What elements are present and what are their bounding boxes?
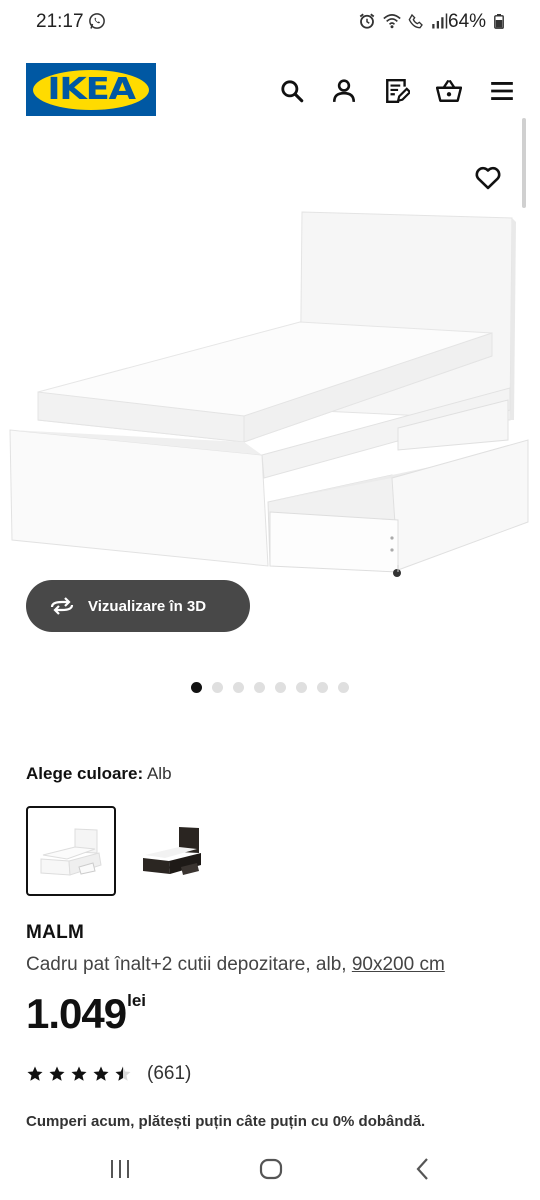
menu-icon[interactable] — [489, 78, 515, 104]
rotate-3d-icon — [50, 597, 74, 615]
carousel-dots — [191, 682, 349, 693]
carousel-dot[interactable] — [275, 682, 286, 693]
recent-apps-icon[interactable] — [105, 1154, 135, 1184]
cart-icon[interactable] — [436, 78, 462, 104]
back-icon[interactable] — [408, 1154, 438, 1184]
favorite-icon[interactable] — [474, 164, 502, 192]
color-option-black-brown[interactable] — [126, 806, 216, 896]
logo-oval: IKEA — [33, 69, 149, 110]
status-bar: 21:17 64% — [0, 0, 540, 44]
star-icon — [27, 1066, 43, 1081]
battery-percentage: 64% — [448, 11, 487, 32]
wifi-icon — [383, 14, 401, 29]
color-option-white[interactable] — [26, 806, 116, 896]
logo-text: IKEA — [47, 72, 136, 107]
status-time: 21:17 — [36, 11, 84, 32]
product-description: Cadru pat înalt+2 cutii depozitare, alb,… — [26, 954, 445, 976]
carousel-dot[interactable] — [254, 682, 265, 693]
system-nav-bar — [0, 1140, 540, 1200]
product-name: MALM — [26, 922, 85, 943]
white-bed-thumbnail — [40, 828, 102, 876]
black-bed-thumbnail — [143, 827, 201, 875]
rating-stars — [26, 1065, 132, 1083]
home-icon[interactable] — [256, 1154, 286, 1184]
color-choice-value: Alb — [146, 764, 172, 783]
carousel-dot[interactable] — [233, 682, 244, 693]
product-price: 1.049lei — [26, 990, 146, 1038]
price-value: 1.049 — [26, 990, 127, 1037]
financing-info: Cumperi acum, plătești puțin câte puțin … — [26, 1113, 426, 1130]
alarm-icon — [359, 13, 375, 29]
profile-icon[interactable] — [331, 78, 357, 104]
header: IKEA — [0, 62, 540, 118]
rating-count: (661) — [147, 1063, 192, 1084]
color-choice-label: Alege culoare: — [26, 764, 144, 783]
star-icon — [49, 1066, 65, 1081]
product-size-link[interactable]: 90x200 cm — [352, 954, 445, 975]
view-in-3d-button[interactable]: Vizualizare în 3D — [26, 580, 250, 632]
star-icon — [93, 1066, 109, 1081]
status-icons — [358, 12, 448, 30]
signal-icon — [432, 13, 448, 29]
carousel-dot[interactable] — [296, 682, 307, 693]
carousel-dot[interactable] — [338, 682, 349, 693]
product-description-text: Cadru pat înalt+2 cutii depozitare, alb, — [26, 954, 352, 975]
carousel-dot[interactable] — [191, 682, 202, 693]
view-in-3d-label: Vizualizare în 3D — [88, 597, 207, 615]
price-currency: lei — [127, 991, 147, 1010]
star-icon — [71, 1066, 87, 1081]
shopping-list-icon[interactable] — [384, 78, 410, 104]
star-icon — [115, 1066, 131, 1081]
whatsapp-icon — [89, 13, 105, 29]
carousel-dot[interactable] — [212, 682, 223, 693]
color-choice: Alege culoare: Alb — [26, 764, 172, 784]
carousel-dot[interactable] — [317, 682, 328, 693]
call-icon — [408, 13, 423, 29]
battery-icon — [494, 14, 504, 29]
product-rating[interactable]: (661) — [26, 1063, 191, 1085]
search-icon[interactable] — [279, 78, 305, 104]
ikea-logo[interactable]: IKEA — [26, 63, 156, 116]
